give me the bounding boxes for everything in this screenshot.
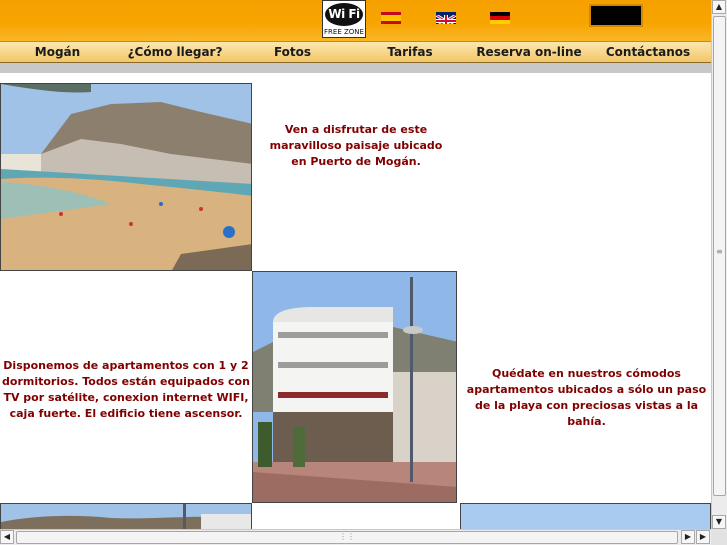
vertical-scrollbar[interactable]: ▲ ≡ ▼ [711,0,727,529]
apartments-text: Disponemos de apartamentos con 1 y 2 dor… [2,359,250,420]
scroll-up-arrow-icon[interactable]: ▲ [712,0,726,14]
wifi-free-zone-badge: Wi Fi FREE ZONE [322,0,366,38]
scroll-down-arrow-icon[interactable]: ▼ [712,515,726,529]
scroll-left-arrow-icon[interactable]: ◀ [0,530,14,544]
beach-photo [0,83,252,271]
intro-text: Ven a disfrutar de este maravilloso pais… [269,123,443,168]
scrollbar-corner [711,529,727,545]
nav-item-fotos[interactable]: Fotos [245,42,340,62]
nav-item-contactanos[interactable]: Contáctanos [598,42,698,62]
header-bar: Wi Fi FREE ZONE [0,0,711,41]
vertical-grip-icon: ≡ [716,247,723,256]
wifi-label: FREE ZONE [324,28,364,36]
horizontal-scroll-thumb[interactable]: ⋮⋮ [16,531,678,544]
flag-uk-icon[interactable] [436,12,456,24]
nav-item-reserva[interactable]: Reserva on-line [470,42,588,62]
horizontal-scrollbar[interactable]: ◀ ⋮⋮ ▶ ▶ [0,529,711,545]
harbor-photo [0,503,252,529]
header-dark-box [589,4,643,27]
vertical-scroll-thumb[interactable]: ≡ [713,16,726,496]
horizontal-grip-icon: ⋮⋮ [339,532,355,541]
nav-item-tarifas[interactable]: Tarifas [360,42,460,62]
stay-text: Quédate en nuestros cómodos apartamentos… [466,367,707,428]
nav-item-como-llegar[interactable]: ¿Cómo llegar? [115,42,235,62]
page-viewport: Wi Fi FREE ZONE Mogán ¿Cómo llegar? Foto… [0,0,711,529]
wifi-logo-icon: Wi Fi [325,3,363,26]
flag-germany-icon[interactable] [490,12,510,24]
main-nav: Mogán ¿Cómo llegar? Fotos Tarifas Reserv… [0,41,711,63]
scroll-right-arrow-icon[interactable]: ▶ [681,530,695,544]
header-divider-strip [0,63,711,73]
nav-item-mogan[interactable]: Mogán [10,42,105,62]
building-photo [252,271,457,503]
scroll-right-end-arrow-icon[interactable]: ▶ [696,530,710,544]
flag-spain-icon[interactable] [381,12,401,24]
sky-photo [460,503,711,529]
